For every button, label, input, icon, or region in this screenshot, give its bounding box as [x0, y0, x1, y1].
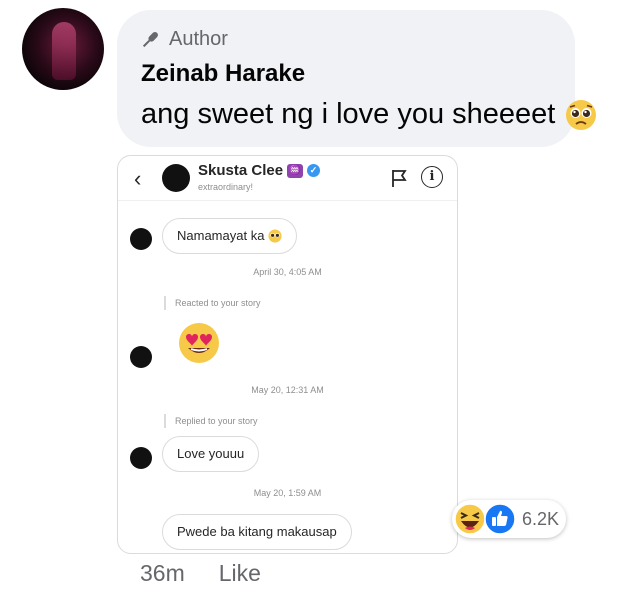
author-avatar[interactable] [22, 8, 104, 90]
message-avatar [130, 346, 152, 368]
author-badge: Author [139, 28, 228, 51]
aquarius-icon: ♒ [287, 163, 304, 178]
commenter-name[interactable]: Zeinab Harake [141, 60, 305, 88]
message-text: Pwede ba kitang makausap [177, 524, 337, 539]
reaction-count: 6.2K [522, 509, 560, 529]
dm-profile-avatar [162, 164, 190, 192]
message-timestamp: May 20, 12:31 AM [251, 385, 324, 395]
microphone-icon [142, 31, 158, 47]
dm-profile-name: Skusta Clee [198, 162, 284, 179]
heart-eyes-icon [179, 323, 219, 363]
author-badge-label: Author [169, 28, 228, 50]
message-avatar [130, 228, 152, 250]
message-timestamp: May 20, 1:59 AM [253, 488, 322, 498]
story-reply-note: Reacted to your story [164, 296, 261, 310]
pleading-face-icon [268, 229, 282, 243]
comment-actions: 36m Like [140, 560, 261, 587]
dm-screenshot[interactable]: ‹ Skusta Clee ♒ ✓ extraordinary! i Namam… [117, 155, 458, 554]
comment-text: ang sweet ng i love you sheeeet [141, 98, 556, 130]
back-chevron-icon: ‹ [134, 166, 142, 191]
story-reply-note: Replied to your story [164, 414, 258, 428]
reaction-summary[interactable]: 6.2K [452, 500, 566, 538]
comment-text-row: ang sweet ng i love you sheeeet [141, 98, 597, 131]
like-reaction-icon [484, 503, 516, 535]
message-text: Love youuu [177, 446, 245, 461]
flag-icon [392, 170, 407, 187]
pleading-face-icon [566, 99, 597, 130]
message-text: Namamayat ka [177, 228, 265, 243]
message-bubble: Namamayat ka [162, 218, 298, 254]
verified-badge-icon: ✓ [307, 164, 321, 177]
comment-age[interactable]: 36m [140, 560, 185, 587]
like-button[interactable]: Like [219, 560, 261, 587]
message-avatar [130, 447, 152, 469]
dm-profile-name-row: Skusta Clee ♒ ✓ [198, 162, 321, 179]
comment-bubble: Author Zeinab Harake ang sweet ng i love… [117, 10, 597, 147]
haha-reaction-icon [454, 503, 486, 535]
info-icon: i [421, 166, 443, 188]
dm-header: ‹ Skusta Clee ♒ ✓ extraordinary! i [118, 156, 457, 201]
dm-profile-sub: extraordinary! [198, 182, 254, 192]
message-timestamp: April 30, 4:05 AM [253, 267, 322, 277]
message-bubble: Love youuu [162, 436, 260, 472]
message-bubble: Pwede ba kitang makausap [162, 514, 352, 550]
